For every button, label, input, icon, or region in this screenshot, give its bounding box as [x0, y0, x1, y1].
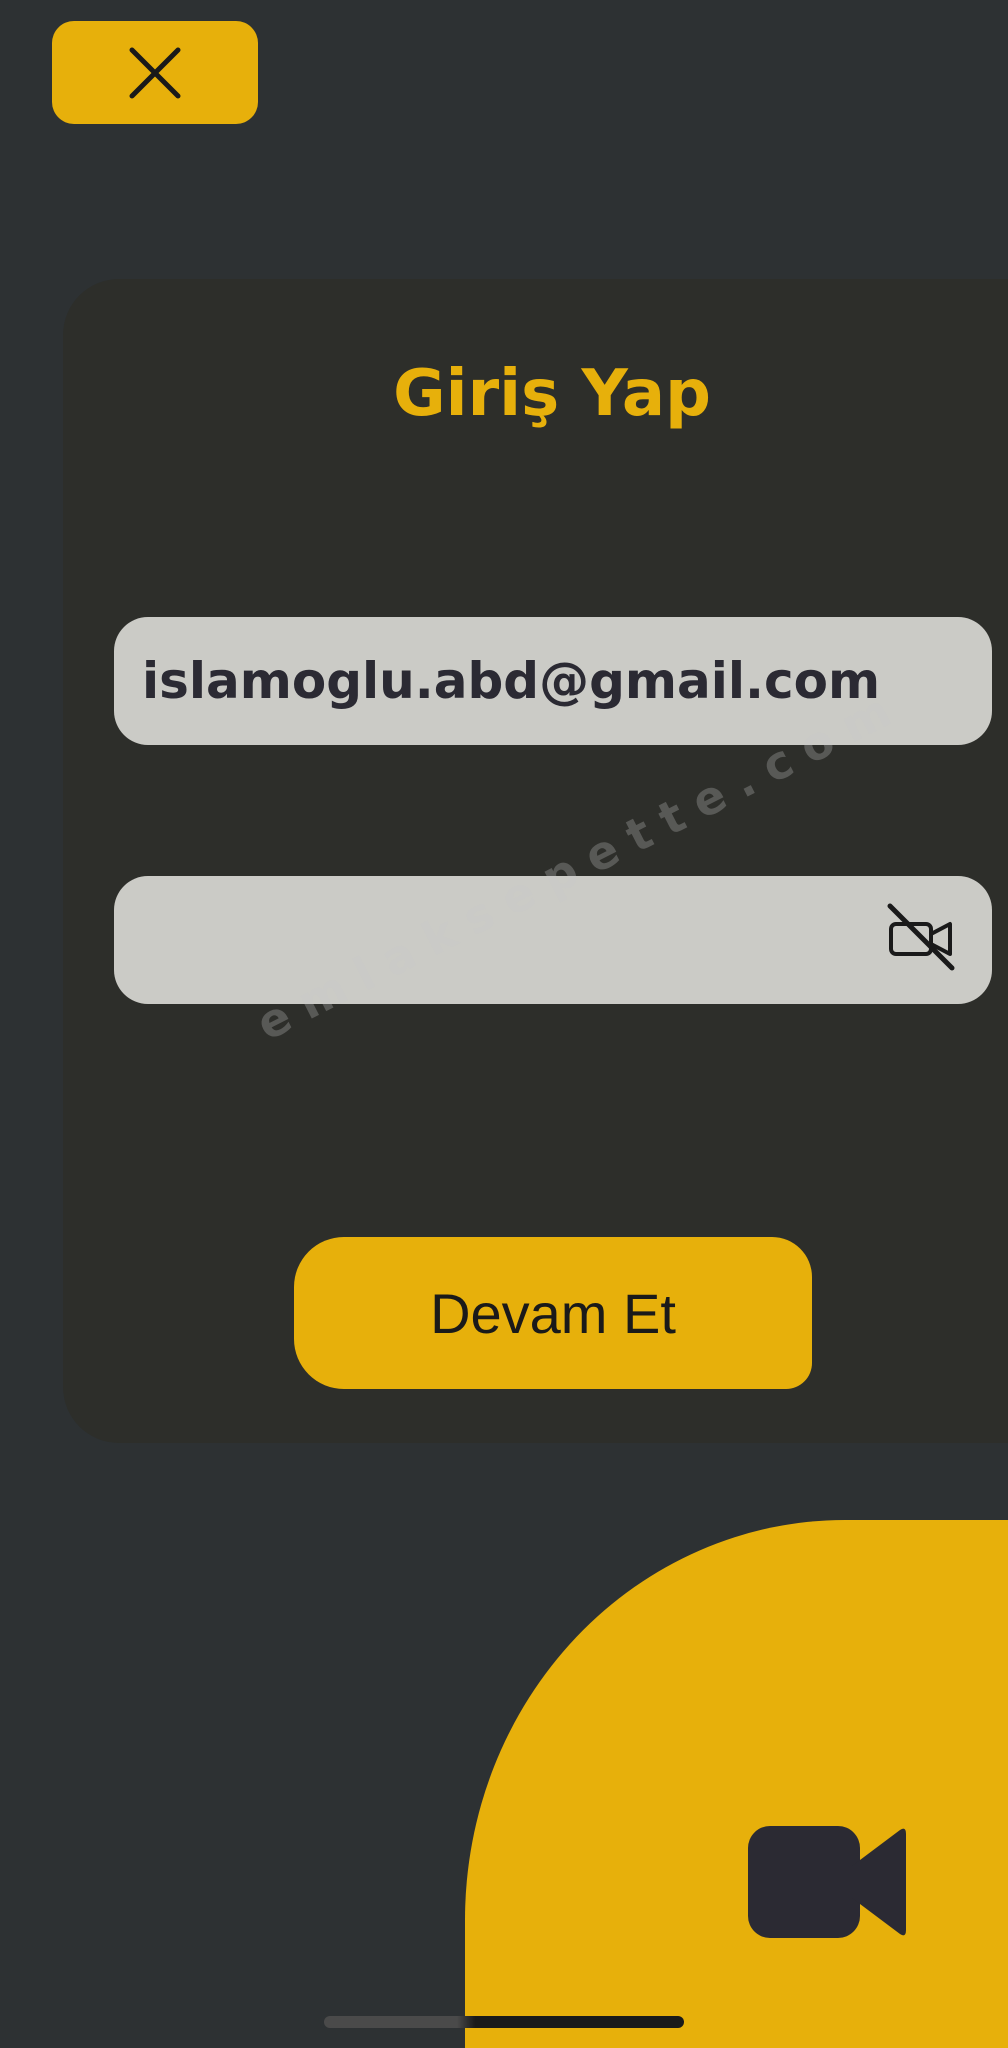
decorative-shape: [465, 1520, 1008, 2048]
video-camera-icon[interactable]: [748, 1826, 906, 1938]
close-icon: [129, 47, 181, 98]
home-indicator: [324, 2016, 684, 2028]
close-button[interactable]: [52, 21, 258, 124]
email-value: islamoglu.abd@gmail.com: [142, 652, 881, 710]
video-off-icon[interactable]: [886, 902, 958, 974]
login-screen: Giriş Yap islamoglu.abd@gmail.com emlaks…: [0, 0, 1008, 2048]
page-title: Giriş Yap: [393, 357, 711, 431]
continue-button[interactable]: Devam Et: [294, 1237, 812, 1389]
